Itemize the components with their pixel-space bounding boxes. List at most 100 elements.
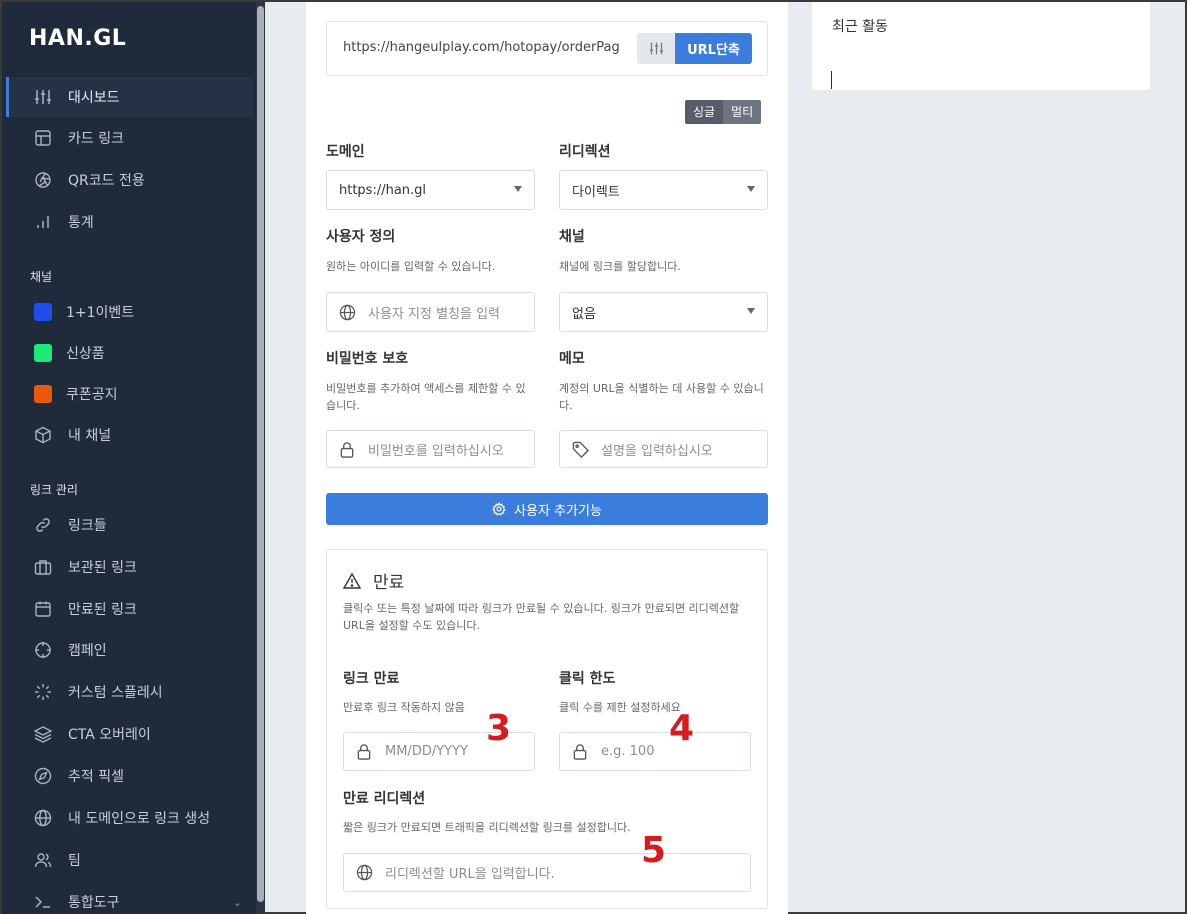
advanced-features-label: 사용자 추가기능 bbox=[514, 503, 602, 519]
sidebar-item-my-channels[interactable]: 내 채널 bbox=[6, 415, 254, 455]
sidebar-item-qr[interactable]: QR코드 전용 bbox=[6, 160, 254, 200]
compass-icon bbox=[34, 767, 52, 785]
sidebar-item-custom-domain[interactable]: 내 도메인으로 링크 생성 bbox=[6, 798, 254, 838]
annotation-5: 5 bbox=[641, 830, 667, 871]
expiry-title-text: 만료 bbox=[373, 573, 405, 593]
sidebar-item-cta[interactable]: CTA 오버레이 bbox=[6, 714, 254, 754]
sidebar-item-integrations[interactable]: 통합도구 ⌄ bbox=[6, 882, 254, 914]
custom-alias-placeholder: 사용자 지정 별칭을 입력 bbox=[368, 306, 500, 322]
memo-hint: 계정의 URL을 식별하는 데 사용할 수 있습니다. bbox=[559, 382, 764, 412]
expiry-title: 만료 bbox=[343, 568, 404, 593]
domain-select[interactable]: https://han.gl bbox=[326, 170, 535, 210]
warning-icon bbox=[343, 572, 361, 589]
recent-activity-panel: 최근 활동 bbox=[812, 2, 1150, 90]
section-link-management: 링크 관리 bbox=[30, 483, 78, 497]
crosshair-icon bbox=[34, 641, 52, 659]
password-input[interactable]: 비밀번호를 입력하십시오 bbox=[326, 430, 535, 468]
caret-down-icon bbox=[747, 186, 755, 192]
recent-activity-title: 최근 활동 bbox=[832, 19, 888, 35]
sidebar-item-card-link[interactable]: 카드 링크 bbox=[6, 118, 254, 158]
custom-alias-label: 사용자 정의 bbox=[326, 229, 396, 245]
mode-single-button[interactable]: 싱글 bbox=[685, 100, 724, 124]
sidebar-item-channel-1[interactable]: 1+1이벤트 bbox=[6, 292, 254, 332]
sidebar-item-label: 1+1이벤트 bbox=[66, 305, 135, 321]
expiry-date-placeholder: MM/DD/YYYY bbox=[385, 744, 468, 759]
mode-multi-button[interactable]: 멀티 bbox=[723, 100, 762, 124]
redirect-select[interactable]: 다이렉트 bbox=[559, 170, 768, 210]
scrollbar-thumb[interactable] bbox=[257, 6, 264, 902]
custom-alias-input[interactable]: 사용자 지정 별칭을 입력 bbox=[326, 292, 535, 332]
sidebar-item-splash[interactable]: 커스텀 스플레시 bbox=[6, 672, 254, 712]
sidebar-item-label: 팀 bbox=[68, 853, 81, 869]
expiry-redirect-input[interactable]: 리디렉션할 URL을 입력합니다. bbox=[343, 853, 751, 892]
advanced-features-button[interactable]: 사용자 추가기능 bbox=[326, 493, 768, 525]
sidebar: HAN.GL 대시보드 카드 링크 QR코드 전용 통계 채널 1+1이벤트 신… bbox=[2, 2, 265, 914]
url-input[interactable]: https://hangeulplay.com/hotopay/orderPag bbox=[343, 40, 625, 55]
aperture-icon bbox=[34, 171, 52, 189]
sidebar-item-team[interactable]: 팀 bbox=[6, 840, 254, 880]
annotation-3: 3 bbox=[486, 708, 512, 749]
loader-icon bbox=[34, 683, 52, 701]
gear-icon bbox=[492, 502, 506, 516]
lock-icon bbox=[355, 743, 373, 761]
sidebar-item-expired[interactable]: 만료된 링크 bbox=[6, 589, 254, 629]
mode-toggle: 싱글 멀티 bbox=[685, 100, 762, 124]
sidebar-item-channel-2[interactable]: 신상품 bbox=[6, 333, 254, 373]
sidebar-item-campaign[interactable]: 캠페인 bbox=[6, 630, 254, 670]
password-placeholder: 비밀번호를 입력하십시오 bbox=[368, 443, 504, 459]
annotation-4: 4 bbox=[669, 708, 695, 749]
bar-chart-icon bbox=[34, 213, 52, 231]
click-limit-label: 클릭 한도 bbox=[559, 671, 616, 687]
sidebar-item-label: 쿠폰공지 bbox=[66, 387, 118, 403]
memo-label: 메모 bbox=[559, 351, 585, 367]
globe-icon bbox=[338, 303, 356, 321]
sidebar-item-label: 내 도메인으로 링크 생성 bbox=[68, 811, 211, 827]
sidebar-item-label: 카드 링크 bbox=[68, 131, 124, 147]
sidebar-item-label: 캠페인 bbox=[68, 643, 107, 659]
click-limit-placeholder: e.g. 100 bbox=[601, 744, 655, 759]
caret-down-icon bbox=[514, 186, 522, 192]
expiry-redirect-label: 만료 리디렉션 bbox=[343, 791, 426, 807]
sidebar-item-label: 링크들 bbox=[68, 518, 107, 534]
channel-value: 없음 bbox=[572, 306, 596, 322]
box-icon bbox=[34, 426, 52, 444]
options-button[interactable] bbox=[637, 33, 675, 64]
channel-hint: 채널에 링크를 할당합니다. bbox=[559, 260, 681, 273]
sidebar-item-stats[interactable]: 통계 bbox=[6, 202, 254, 242]
url-shortener-box: https://hangeulplay.com/hotopay/orderPag… bbox=[326, 21, 768, 76]
calendar-icon bbox=[34, 600, 52, 618]
link-expiry-label: 링크 만료 bbox=[343, 671, 400, 687]
sidebar-item-pixels[interactable]: 추적 픽셀 bbox=[6, 756, 254, 796]
sidebar-item-label: 신상품 bbox=[66, 346, 105, 362]
sliders-icon bbox=[34, 88, 52, 106]
sidebar-item-channel-3[interactable]: 쿠폰공지 bbox=[6, 374, 254, 414]
expiry-redirect-hint: 짧은 링크가 만료되면 트래픽을 리디렉션할 링크를 설정합니다. bbox=[343, 821, 631, 834]
memo-placeholder: 설명을 입력하십시오 bbox=[601, 443, 713, 459]
briefcase-icon bbox=[34, 558, 52, 576]
click-limit-input[interactable]: e.g. 100 bbox=[559, 732, 751, 771]
memo-input[interactable]: 설명을 입력하십시오 bbox=[559, 430, 768, 468]
password-hint: 비밀번호를 추가하여 액세스를 제한할 수 있습니다. bbox=[326, 382, 526, 412]
channel-color-swatch bbox=[34, 303, 52, 321]
domain-label: 도메인 bbox=[326, 144, 365, 160]
chevron-down-icon: ⌄ bbox=[232, 895, 242, 909]
layers-icon bbox=[34, 725, 52, 743]
link-expiry-hint: 만료후 링크 작동하지 않음 bbox=[343, 701, 465, 714]
expiry-redirect-placeholder: 리디렉션할 URL을 입력합니다. bbox=[385, 867, 555, 882]
tag-icon bbox=[571, 440, 589, 458]
link-icon bbox=[34, 516, 52, 534]
shorten-button[interactable]: URL단축 bbox=[675, 33, 752, 64]
sidebar-item-dashboard[interactable]: 대시보드 bbox=[6, 77, 254, 117]
sidebar-scrollbar[interactable] bbox=[256, 2, 265, 914]
section-channels: 채널 bbox=[30, 270, 53, 284]
click-limit-hint: 클릭 수를 제한 설정하세요 bbox=[559, 701, 681, 714]
sidebar-item-label: 만료된 링크 bbox=[68, 602, 137, 618]
sidebar-item-archived[interactable]: 보관된 링크 bbox=[6, 547, 254, 587]
expiry-section: 만료 클릭수 또는 특정 날짜에 따라 링크가 만료될 수 있습니다. 링크가 … bbox=[326, 549, 768, 909]
channel-color-swatch bbox=[34, 344, 52, 362]
terminal-icon bbox=[34, 893, 52, 911]
sidebar-item-label: 추적 픽셀 bbox=[68, 769, 124, 785]
logo[interactable]: HAN.GL bbox=[29, 26, 126, 51]
sidebar-item-links[interactable]: 링크들 bbox=[6, 505, 254, 545]
channel-select[interactable]: 없음 bbox=[559, 292, 768, 332]
